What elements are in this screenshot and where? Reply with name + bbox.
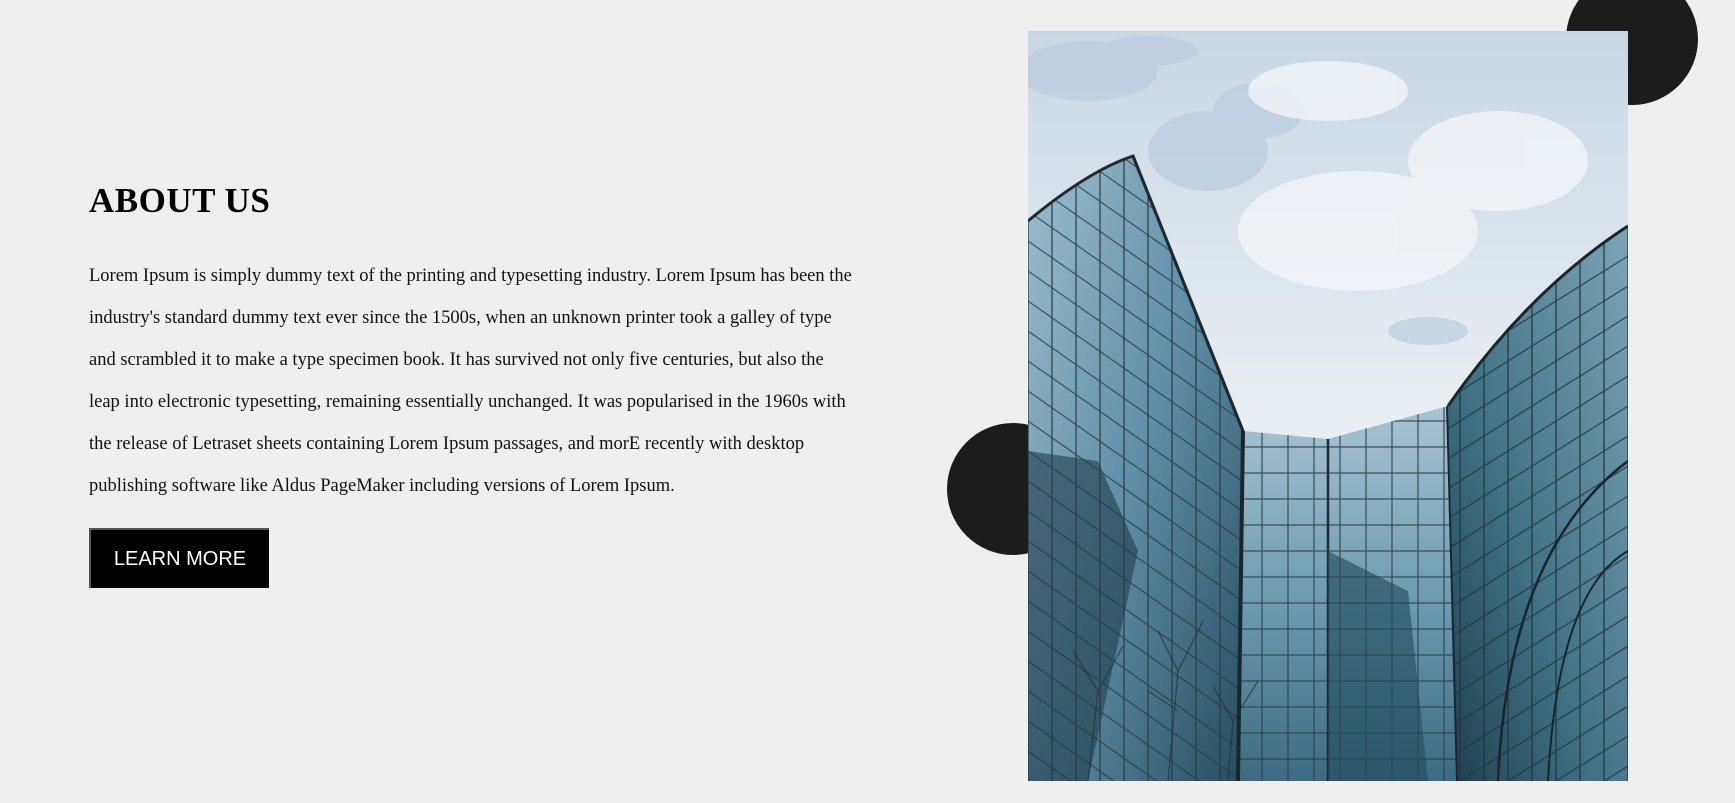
learn-more-button[interactable]: LEARN MORE: [89, 528, 269, 588]
about-paragraph: Lorem Ipsum is simply dummy text of the …: [89, 266, 852, 496]
section-title: ABOUT US: [89, 181, 271, 220]
building-photo: [1028, 31, 1628, 781]
about-section: ABOUT US Lorem Ipsum is simply dummy tex…: [89, 180, 859, 588]
